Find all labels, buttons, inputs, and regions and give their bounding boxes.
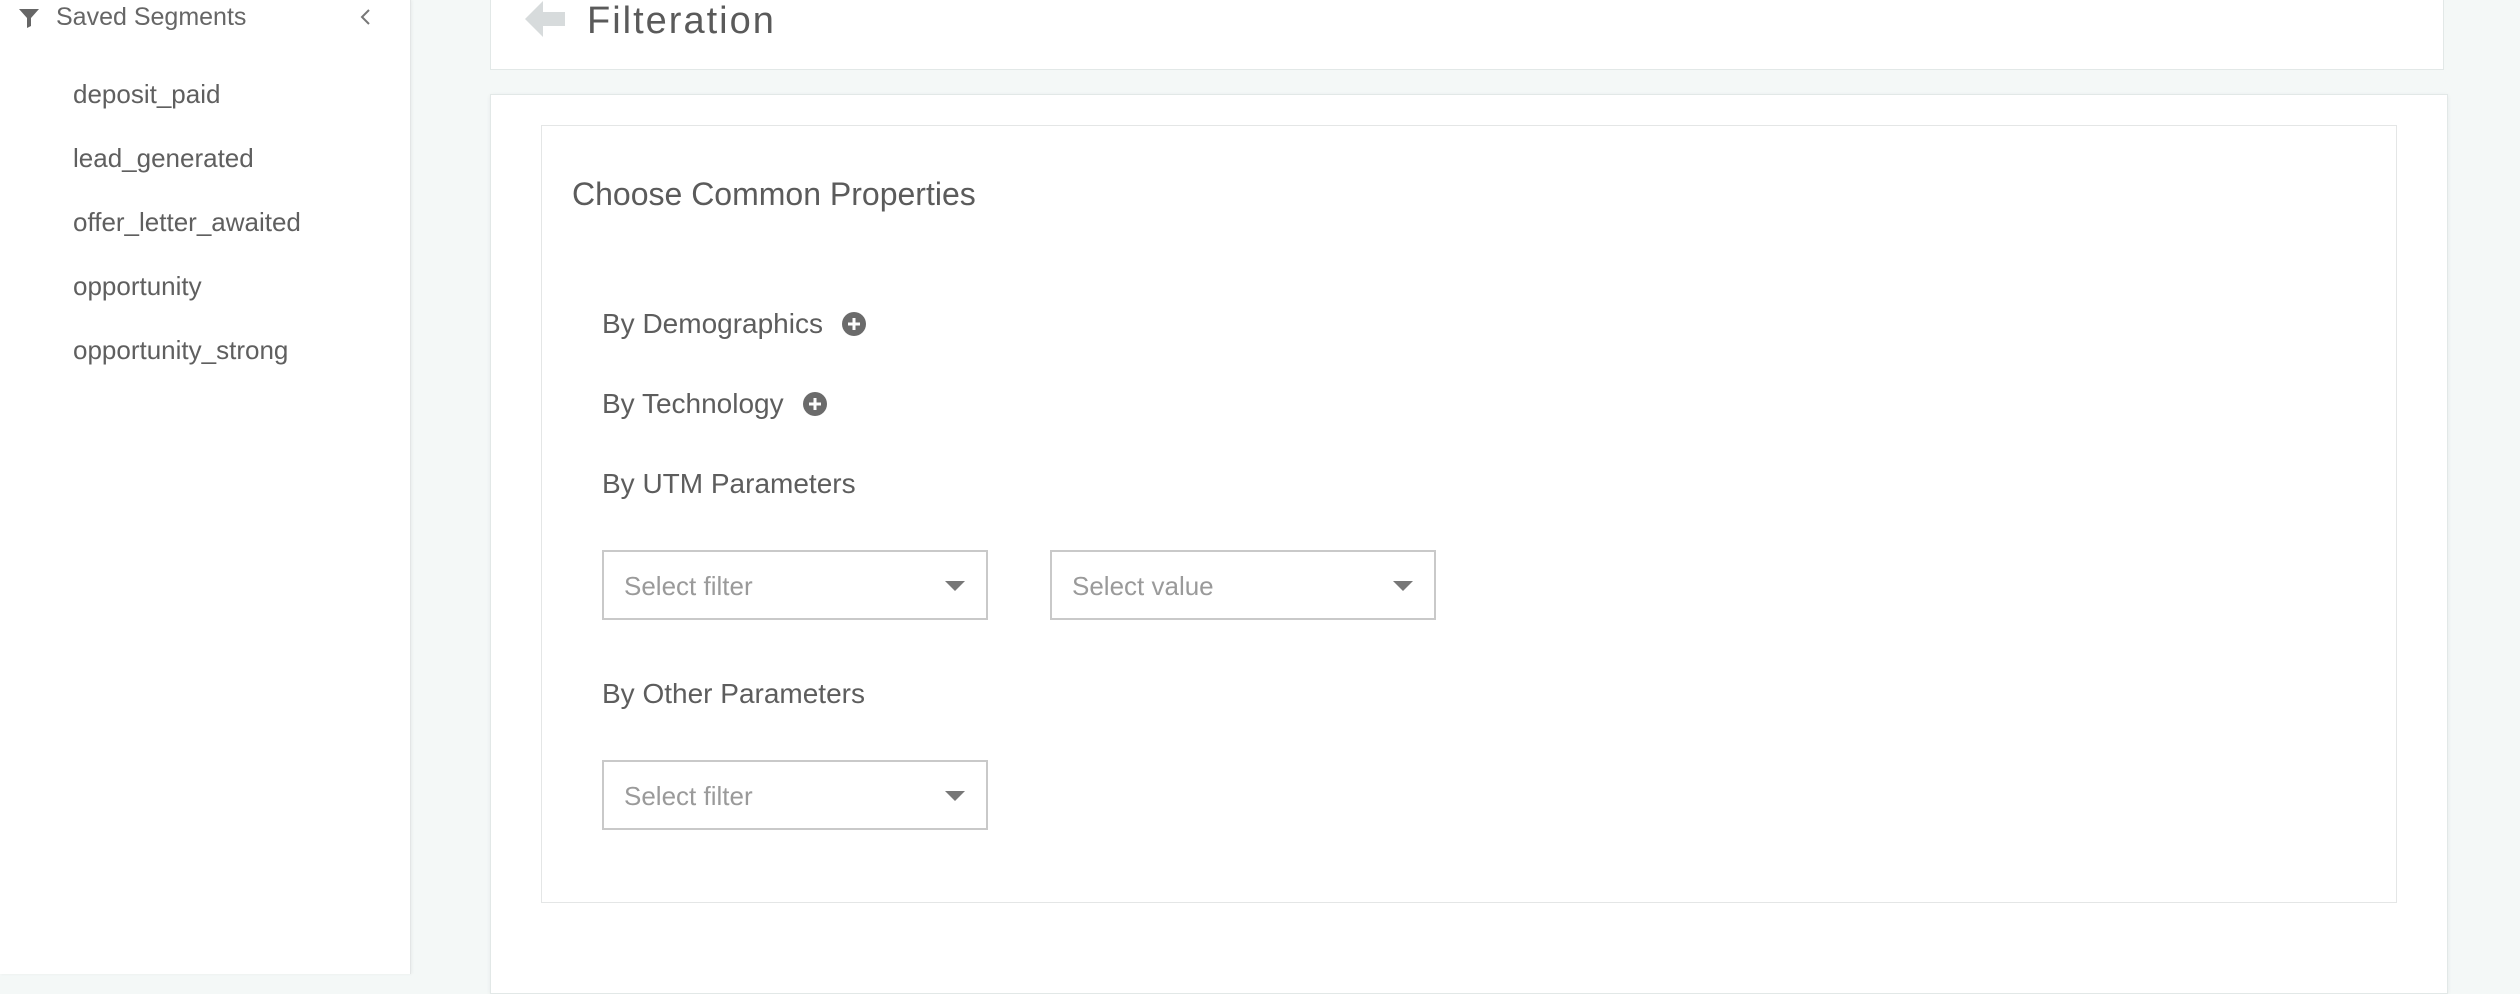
utm-group: By UTM Parameters [602,466,856,502]
sidebar-title: Saved Segments [56,3,247,31]
utm-filter-placeholder: Select filter [624,571,753,601]
sidebar-item-opportunity-strong[interactable]: opportunity_strong [0,328,410,392]
sidebar-item-lead-generated[interactable]: lead_generated [0,136,410,200]
caret-down-icon [945,791,965,801]
sidebar: Saved Segments deposit_paid lead_generat… [0,0,411,974]
other-filter-placeholder: Select filter [624,781,753,811]
demographics-label: By Demographics [602,308,823,339]
section-title: Choose Common Properties [572,176,976,212]
other-filter-select[interactable]: Select filter [602,760,988,830]
sidebar-header: Saved Segments [0,0,410,36]
common-properties-panel: Choose Common Properties By Demographics… [541,125,2397,903]
saved-segments-list: deposit_paid lead_generated offer_letter… [0,72,410,392]
arrow-left-icon[interactable] [521,0,567,41]
page-title: Filteration [587,0,776,42]
sidebar-item-opportunity[interactable]: opportunity [0,264,410,328]
caret-down-icon [945,581,965,591]
utm-value-placeholder: Select value [1072,571,1214,601]
demographics-group: By Demographics [602,306,867,342]
plus-circle-icon[interactable] [841,311,867,337]
main-card: Choose Common Properties By Demographics… [490,94,2448,994]
plus-circle-icon[interactable] [802,391,828,417]
sidebar-item-offer-letter-awaited[interactable]: offer_letter_awaited [0,200,410,264]
utm-filter-select[interactable]: Select filter [602,550,988,620]
page-header: Filteration [490,0,2444,70]
technology-label: By Technology [602,388,784,419]
sidebar-item-deposit-paid[interactable]: deposit_paid [0,72,410,136]
other-label: By Other Parameters [602,678,865,709]
utm-value-select[interactable]: Select value [1050,550,1436,620]
filter-icon [19,9,39,28]
caret-down-icon [1393,581,1413,591]
other-group: By Other Parameters [602,676,865,712]
technology-group: By Technology [602,386,828,422]
utm-label: By UTM Parameters [602,468,856,499]
chevron-left-icon[interactable] [356,6,376,28]
